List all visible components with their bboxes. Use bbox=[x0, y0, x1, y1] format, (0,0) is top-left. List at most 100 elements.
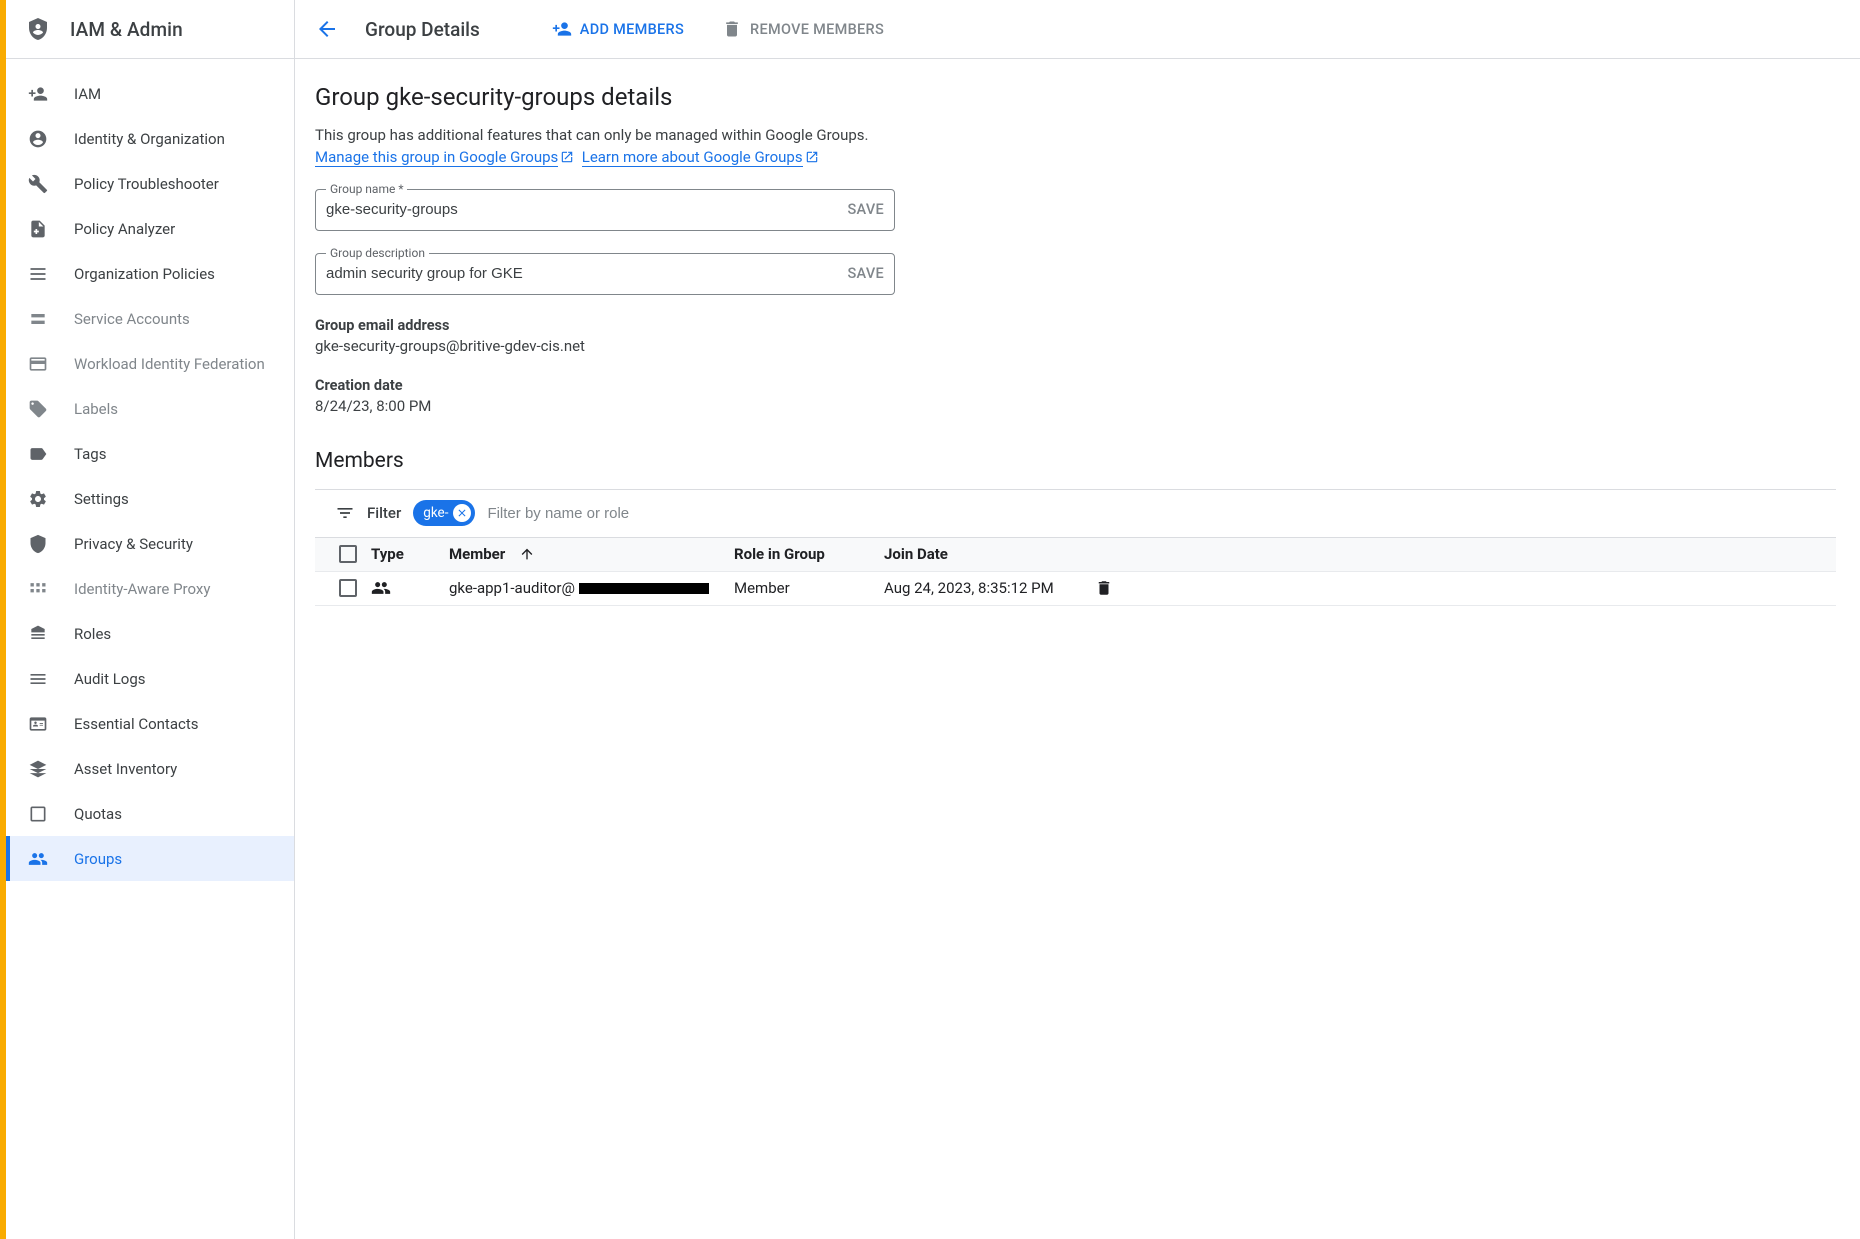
sidebar-item-groups[interactable]: Groups bbox=[6, 836, 294, 881]
member-cell: gke-app1-auditor@ bbox=[449, 579, 734, 597]
details-heading: Group gke-security-groups details bbox=[315, 83, 1836, 111]
person-add-icon bbox=[552, 19, 572, 39]
sidebar-item-label: Settings bbox=[74, 490, 129, 508]
iap-icon bbox=[26, 577, 50, 601]
add-members-button[interactable]: Add Members bbox=[542, 11, 694, 47]
sidebar-nav: IAM Identity & Organization Policy Troub… bbox=[6, 59, 294, 893]
sidebar-item-policy-troubleshooter[interactable]: Policy Troubleshooter bbox=[6, 161, 294, 206]
creation-date-field: Creation date 8/24/23, 8:00 PM bbox=[315, 377, 1836, 415]
col-type-header[interactable]: Type bbox=[371, 545, 449, 563]
filter-label: Filter bbox=[367, 504, 401, 522]
creation-label: Creation date bbox=[315, 377, 1836, 394]
sidebar-item-label: Asset Inventory bbox=[74, 760, 177, 778]
select-all-checkbox[interactable] bbox=[339, 545, 357, 563]
document-search-icon bbox=[26, 217, 50, 241]
group-name-label: Group name * bbox=[326, 182, 407, 196]
redacted-text bbox=[579, 583, 709, 594]
sidebar-item-identity-org[interactable]: Identity & Organization bbox=[6, 116, 294, 161]
sidebar-item-label: Labels bbox=[74, 400, 118, 418]
sidebar-item-essential-contacts[interactable]: Essential Contacts bbox=[6, 701, 294, 746]
logs-icon bbox=[26, 667, 50, 691]
filter-chip-text: gke- bbox=[423, 505, 448, 521]
sidebar-item-label: Quotas bbox=[74, 805, 122, 823]
save-group-desc-button[interactable]: SAVE bbox=[847, 265, 884, 282]
group-name-input[interactable] bbox=[326, 201, 847, 218]
service-account-icon bbox=[26, 307, 50, 331]
col-join-header[interactable]: Join Date bbox=[884, 545, 1084, 563]
sidebar-item-label: Roles bbox=[74, 625, 111, 643]
filter-chip[interactable]: gke- bbox=[413, 500, 475, 526]
remove-members-button[interactable]: Remove Members bbox=[712, 11, 894, 47]
sidebar-item-quotas[interactable]: Quotas bbox=[6, 791, 294, 836]
wrench-icon bbox=[26, 172, 50, 196]
group-desc-label: Group description bbox=[326, 246, 429, 260]
sidebar-item-label: Organization Policies bbox=[74, 265, 215, 283]
col-member-header[interactable]: Member bbox=[449, 545, 734, 563]
manage-group-link[interactable]: Manage this group in Google Groups bbox=[315, 148, 558, 167]
sidebar-item-roles[interactable]: Roles bbox=[6, 611, 294, 656]
members-heading: Members bbox=[315, 449, 1836, 473]
sidebar-item-service-accounts[interactable]: Service Accounts bbox=[6, 296, 294, 341]
remove-members-label: Remove Members bbox=[750, 21, 884, 38]
sidebar-item-settings[interactable]: Settings bbox=[6, 476, 294, 521]
sidebar-item-label: Groups bbox=[74, 850, 122, 868]
details-description: This group has additional features that … bbox=[315, 125, 875, 169]
col-role-header[interactable]: Role in Group bbox=[734, 545, 884, 563]
filter-input[interactable] bbox=[487, 505, 1828, 522]
group-name-field: Group name * SAVE bbox=[315, 189, 895, 231]
learn-more-link[interactable]: Learn more about Google Groups bbox=[582, 148, 803, 167]
sidebar-title: IAM & Admin bbox=[70, 18, 183, 41]
group-desc-input[interactable] bbox=[326, 265, 847, 282]
sidebar-item-privacy-security[interactable]: Privacy & Security bbox=[6, 521, 294, 566]
page-title: Group Details bbox=[365, 18, 480, 41]
sidebar-item-tags[interactable]: Tags bbox=[6, 431, 294, 476]
arrow-back-icon bbox=[315, 17, 339, 41]
group-desc-field: Group description SAVE bbox=[315, 253, 895, 295]
sidebar-item-iap[interactable]: Identity-Aware Proxy bbox=[6, 566, 294, 611]
sidebar-item-workload-identity[interactable]: Workload Identity Federation bbox=[6, 341, 294, 386]
card-icon bbox=[26, 352, 50, 376]
shield-icon bbox=[26, 532, 50, 556]
save-group-name-button[interactable]: SAVE bbox=[847, 201, 884, 218]
sidebar-item-iam[interactable]: IAM bbox=[6, 71, 294, 116]
chip-close-icon[interactable] bbox=[453, 504, 471, 522]
group-email-field: Group email address gke-security-groups@… bbox=[315, 317, 1836, 355]
trash-icon bbox=[722, 19, 742, 39]
sort-asc-icon bbox=[519, 546, 535, 562]
sidebar-item-label: Identity-Aware Proxy bbox=[74, 580, 210, 598]
sidebar: IAM & Admin IAM Identity & Organization … bbox=[6, 0, 295, 1239]
row-checkbox[interactable] bbox=[339, 579, 357, 597]
table-row: gke-app1-auditor@ Member Aug 24, 2023, 8… bbox=[315, 572, 1836, 606]
main-header: Group Details Add Members Remove Members bbox=[295, 0, 1860, 59]
main-content: Group Details Add Members Remove Members… bbox=[295, 0, 1860, 1239]
sidebar-item-org-policies[interactable]: Organization Policies bbox=[6, 251, 294, 296]
sidebar-item-asset-inventory[interactable]: Asset Inventory bbox=[6, 746, 294, 791]
content-area: Group gke-security-groups details This g… bbox=[295, 59, 1860, 630]
back-button[interactable] bbox=[307, 9, 347, 49]
person-add-icon bbox=[26, 82, 50, 106]
sidebar-item-label: Tags bbox=[74, 445, 106, 463]
sidebar-item-label: Essential Contacts bbox=[74, 715, 199, 733]
sidebar-item-labels[interactable]: Labels bbox=[6, 386, 294, 431]
add-members-label: Add Members bbox=[580, 21, 684, 38]
account-circle-icon bbox=[26, 127, 50, 151]
join-cell: Aug 24, 2023, 8:35:12 PM bbox=[884, 579, 1084, 597]
sidebar-item-label: Policy Analyzer bbox=[74, 220, 175, 238]
group-icon bbox=[26, 847, 50, 871]
members-table: Type Member Role in Group Join Date bbox=[315, 537, 1836, 606]
sidebar-item-label: Audit Logs bbox=[74, 670, 146, 688]
sidebar-item-policy-analyzer[interactable]: Policy Analyzer bbox=[6, 206, 294, 251]
label-icon bbox=[26, 442, 50, 466]
delete-row-button[interactable] bbox=[1095, 579, 1113, 597]
sidebar-item-audit-logs[interactable]: Audit Logs bbox=[6, 656, 294, 701]
external-link-icon bbox=[805, 150, 819, 164]
sidebar-header: IAM & Admin bbox=[6, 0, 294, 59]
filter-icon bbox=[335, 503, 355, 523]
gear-icon bbox=[26, 487, 50, 511]
sidebar-item-label: Service Accounts bbox=[74, 310, 190, 328]
members-section: Members Filter gke- Type Memb bbox=[315, 449, 1836, 606]
quotas-icon bbox=[26, 802, 50, 826]
roles-icon bbox=[26, 622, 50, 646]
sidebar-item-label: Identity & Organization bbox=[74, 130, 225, 148]
email-label: Group email address bbox=[315, 317, 1836, 334]
